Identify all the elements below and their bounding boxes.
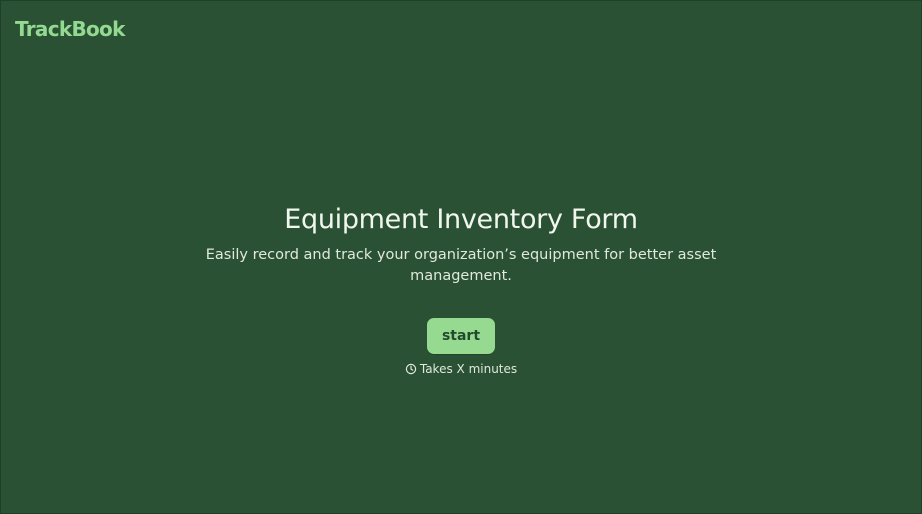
duration-text: Takes X minutes — [419, 362, 518, 376]
start-button[interactable]: start — [427, 318, 495, 354]
duration-note: Takes X minutes — [1, 362, 921, 376]
clock-icon — [405, 363, 417, 375]
page-title: Equipment Inventory Form — [284, 204, 638, 235]
form-landing-page: TrackBook Equipment Inventory Form Easil… — [0, 0, 922, 514]
page-subtitle: Easily record and track your organizatio… — [205, 247, 717, 284]
hero-section: Equipment Inventory Form Easily record a… — [1, 201, 921, 376]
brand-logo[interactable]: TrackBook — [15, 16, 125, 42]
